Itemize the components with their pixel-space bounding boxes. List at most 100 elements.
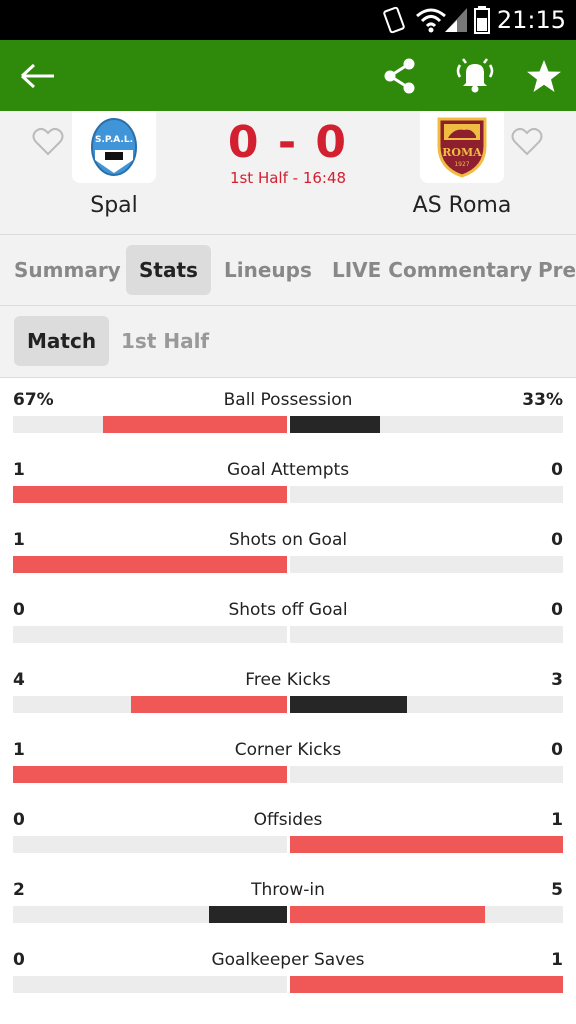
svg-text:S.P.A.L.: S.P.A.L. (95, 135, 133, 145)
stat-row-ball-possession: 67% Ball Possession 33% (0, 378, 576, 448)
favorite-button[interactable] (514, 40, 574, 111)
arrow-left-icon (20, 63, 54, 88)
roma-crest-icon: ROMA 1927 (437, 117, 487, 178)
stat-label: Ball Possession (223, 390, 353, 410)
status-bar: 21:15 (0, 0, 576, 40)
away-team-name[interactable]: AS Roma (362, 193, 562, 218)
app-bar (0, 40, 576, 111)
home-bar (13, 766, 287, 783)
home-bar (131, 696, 287, 713)
favorite-away-heart-icon[interactable] (510, 125, 544, 159)
score: 0 - 0 (227, 117, 349, 168)
period-tabs: Match 1st Half (0, 306, 576, 378)
share-icon (384, 58, 415, 93)
stat-row-shots-off-goal: 0 Shots off Goal 0 (0, 588, 576, 658)
subtab-1st-half[interactable]: 1st Half (108, 316, 222, 366)
stat-row-throw-in: 2 Throw-in 5 (0, 868, 576, 938)
match-time: 1st Half - 16:48 (229, 169, 347, 187)
stat-row-goalkeeper-saves: 0 Goalkeeper Saves 1 (0, 938, 576, 1008)
home-value: 1 (13, 460, 25, 480)
match-header: S.P.A.L. Spal 0 - 0 1st Half - 16:48 ROM… (0, 111, 576, 235)
favorite-home-heart-icon[interactable] (31, 125, 65, 159)
battery-icon (474, 6, 490, 34)
stat-label: Corner Kicks (234, 740, 342, 760)
home-bar-track (13, 976, 287, 993)
away-value: 33% (522, 390, 563, 410)
home-value: 67% (13, 390, 54, 410)
home-bar-track (13, 486, 287, 503)
home-value: 4 (13, 670, 25, 690)
home-value: 2 (13, 880, 25, 900)
stat-label: Shots on Goal (228, 530, 348, 550)
away-team-logo: ROMA 1927 (420, 111, 504, 183)
home-value: 0 (13, 950, 25, 970)
home-bar (209, 906, 287, 923)
away-bar-track (290, 556, 563, 573)
svg-text:1927: 1927 (454, 161, 469, 168)
away-bar (290, 696, 407, 713)
vibrate-icon (383, 6, 405, 34)
stat-row-shots-on-goal: 1 Shots on Goal 0 (0, 518, 576, 588)
away-bar (290, 836, 563, 853)
spal-crest-icon: S.P.A.L. (91, 118, 137, 176)
tab-summary[interactable]: Summary (1, 245, 134, 295)
star-icon (527, 59, 561, 92)
stat-label: Free Kicks (245, 670, 331, 690)
signal-icon (445, 8, 467, 32)
away-value: 3 (551, 670, 563, 690)
home-bar-track (13, 766, 287, 783)
alert-button[interactable] (445, 40, 505, 111)
home-value: 1 (13, 740, 25, 760)
home-team-name[interactable]: Spal (14, 193, 214, 218)
alarm-bell-icon (456, 57, 494, 92)
share-button[interactable] (370, 40, 430, 111)
home-bar (13, 556, 287, 573)
stat-row-free-kicks: 4 Free Kicks 3 (0, 658, 576, 728)
stat-row-corner-kicks: 1 Corner Kicks 0 (0, 728, 576, 798)
stat-label: Goalkeeper Saves (211, 950, 365, 970)
home-value: 1 (13, 530, 25, 550)
away-bar-track (290, 626, 563, 643)
clock: 21:15 (496, 6, 566, 34)
stat-label: Shots off Goal (228, 600, 348, 620)
home-bar-track (13, 556, 287, 573)
away-bar-track (290, 976, 563, 993)
away-value: 1 (551, 950, 563, 970)
stat-label: Goal Attempts (226, 460, 350, 480)
tab-live-commentary[interactable]: LIVE Commentary (319, 245, 545, 295)
stat-row-offsides: 0 Offsides 1 (0, 798, 576, 868)
tab-stats[interactable]: Stats (126, 245, 211, 295)
home-bar-track (13, 626, 287, 643)
away-bar-track (290, 836, 563, 853)
home-value: 0 (13, 810, 25, 830)
away-bar-track (290, 766, 563, 783)
match-tabs: Summary Stats Lineups LIVE Commentary Pr… (0, 235, 576, 306)
stat-row-goal-attempts: 1 Goal Attempts 0 (0, 448, 576, 518)
away-value: 0 (551, 460, 563, 480)
away-bar (290, 906, 485, 923)
away-bar-track (290, 416, 563, 433)
tab-lineups[interactable]: Lineups (211, 245, 325, 295)
home-bar (103, 416, 287, 433)
away-value: 0 (551, 600, 563, 620)
away-bar (290, 976, 563, 993)
subtab-match[interactable]: Match (14, 316, 110, 366)
away-value: 0 (551, 740, 563, 760)
home-bar-track (13, 696, 287, 713)
away-value: 5 (551, 880, 563, 900)
svg-text:ROMA: ROMA (442, 146, 482, 159)
back-button[interactable] (8, 40, 68, 111)
away-value: 1 (551, 810, 563, 830)
home-bar-track (13, 836, 287, 853)
away-value: 0 (551, 530, 563, 550)
away-bar-track (290, 696, 563, 713)
home-value: 0 (13, 600, 25, 620)
away-bar (290, 416, 380, 433)
stat-label: Throw-in (251, 880, 325, 900)
tab-preview[interactable]: Pre (525, 245, 576, 295)
stat-label: Offsides (253, 810, 323, 830)
home-team-logo: S.P.A.L. (72, 111, 156, 183)
home-bar (13, 486, 287, 503)
home-bar-track (13, 416, 287, 433)
away-bar-track (290, 486, 563, 503)
